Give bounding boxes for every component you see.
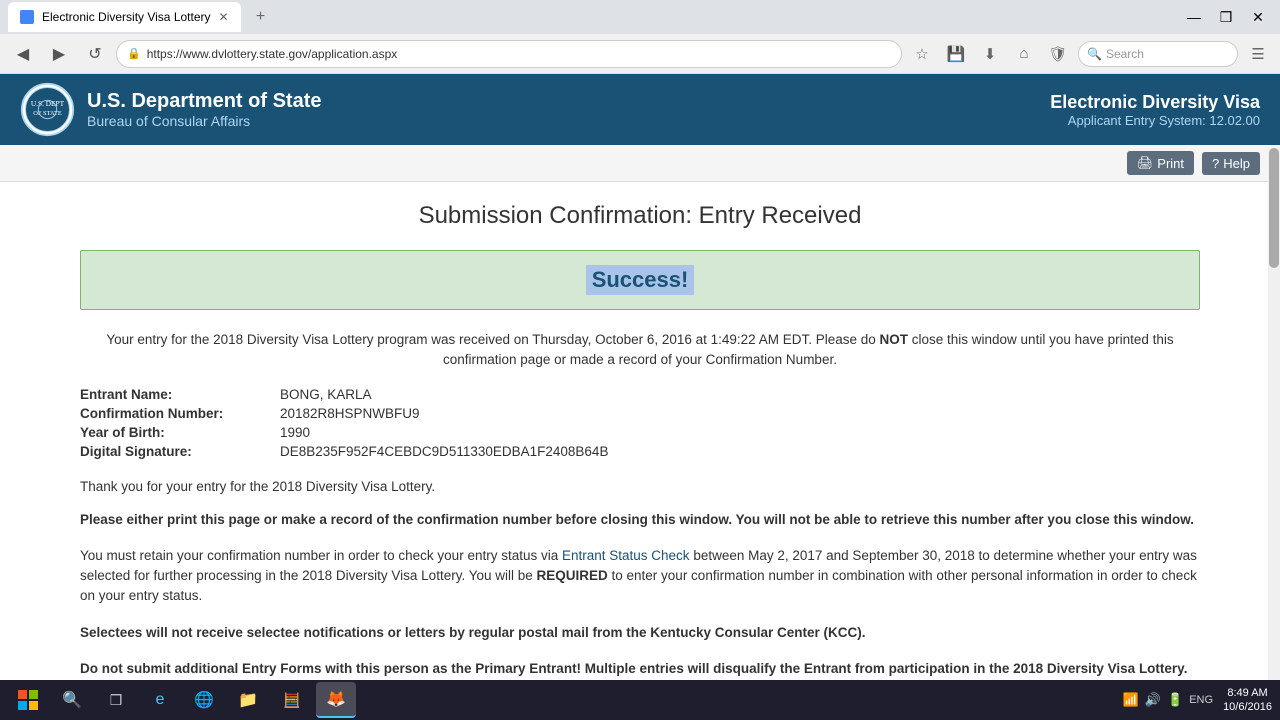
new-tab-button[interactable]: +: [247, 3, 275, 31]
taskbar-firefox[interactable]: 🦊: [316, 682, 356, 718]
taskbar-date-display: 10/6/2016: [1223, 700, 1272, 714]
back-button[interactable]: ◀: [8, 39, 38, 69]
org-name: U.S. Department of State: [87, 90, 321, 113]
tab-title: Electronic Diversity Visa Lottery: [42, 10, 211, 24]
main-content: Submission Confirmation: Entry Received …: [60, 182, 1220, 679]
page-toolbar: 🖨 Print ? Help: [0, 145, 1280, 182]
refresh-button[interactable]: ↺: [80, 39, 110, 69]
close-window-button[interactable]: ✕: [1244, 3, 1272, 31]
org-sub: Bureau of Consular Affairs: [87, 113, 321, 129]
svg-text:OF STATE: OF STATE: [33, 110, 62, 117]
shield-button[interactable]: 🛡: [1044, 40, 1072, 68]
tab-favicon: [20, 10, 34, 24]
not-bold: NOT: [880, 332, 909, 347]
yob-value: 1990: [280, 425, 310, 440]
taskbar-system-icons: 📶 🔊 🔋 ENG: [1123, 692, 1213, 708]
taskbar: 🔍 ❒ e 🌐 📁 🧮 🦊 📶 🔊 🔋 ENG 8: [0, 680, 1280, 720]
taskbar-search[interactable]: 🔍: [52, 682, 92, 718]
lock-icon: 🔒: [127, 47, 141, 60]
entrant-status-link[interactable]: Entrant Status Check: [562, 548, 690, 563]
selectee-notice: Selectees will not receive selectee noti…: [80, 623, 1200, 643]
confirmation-label: Confirmation Number:: [80, 406, 280, 421]
entrant-name-value: BONG, KARLA: [280, 387, 372, 402]
minimize-button[interactable]: —: [1180, 3, 1208, 31]
required-text: REQUIRED: [537, 568, 608, 583]
scrollbar-thumb[interactable]: [1269, 148, 1279, 268]
site-header: U.S. DEPT OF STATE U.S. Department of St…: [0, 74, 1280, 145]
active-tab[interactable]: Electronic Diversity Visa Lottery ✕: [8, 2, 241, 32]
search-placeholder: Search: [1106, 47, 1144, 61]
home-button[interactable]: ⌂: [1010, 40, 1038, 68]
yob-row: Year of Birth: 1990: [80, 425, 1200, 440]
taskbar-task-view[interactable]: ❒: [96, 682, 136, 718]
details-table: Entrant Name: BONG, KARLA Confirmation N…: [80, 387, 1200, 459]
yob-label: Year of Birth:: [80, 425, 280, 440]
battery-icon: 🔋: [1167, 692, 1183, 708]
digital-sig-row: Digital Signature: DE8B235F952F4CEBDC9D5…: [80, 444, 1200, 459]
taskbar-time-display: 8:49 AM: [1223, 686, 1272, 700]
taskbar-edge[interactable]: 🌐: [184, 682, 224, 718]
help-button[interactable]: ? Help: [1202, 152, 1260, 175]
windows-logo-icon: [18, 690, 38, 710]
menu-button[interactable]: ☰: [1244, 40, 1272, 68]
info-paragraph: Your entry for the 2018 Diversity Visa L…: [80, 330, 1200, 371]
digital-sig-label: Digital Signature:: [80, 444, 280, 459]
print-button[interactable]: 🖨 Print: [1127, 151, 1194, 175]
start-button[interactable]: [8, 682, 48, 718]
page-title: Submission Confirmation: Entry Received: [80, 202, 1200, 230]
address-bar[interactable]: 🔒 https://www.dvlottery.state.gov/applic…: [116, 40, 902, 68]
taskbar-explorer[interactable]: 📁: [228, 682, 268, 718]
search-box[interactable]: 🔍 Search: [1078, 41, 1238, 67]
bookmark-star-button[interactable]: ☆: [908, 40, 936, 68]
maximize-button[interactable]: ❒: [1212, 3, 1240, 31]
taskbar-clock: 8:49 AM 10/6/2016: [1223, 686, 1272, 715]
confirmation-value: 20182R8HSPNWBFU9: [280, 406, 420, 421]
taskbar-ie[interactable]: e: [140, 682, 180, 718]
help-icon: ?: [1212, 156, 1219, 171]
page-content: U.S. DEPT OF STATE U.S. Department of St…: [0, 74, 1280, 680]
tab-close-button[interactable]: ✕: [219, 10, 229, 24]
entrant-name-label: Entrant Name:: [80, 387, 280, 402]
printer-icon: 🖨: [1137, 155, 1154, 171]
notice-paragraph: You must retain your confirmation number…: [80, 546, 1200, 607]
url-text: https://www.dvlottery.state.gov/applicat…: [147, 47, 398, 61]
lang-indicator: ENG: [1189, 694, 1213, 706]
search-icon: 🔍: [1087, 47, 1102, 61]
forward-button[interactable]: ▶: [44, 39, 74, 69]
system-sub: Applicant Entry System: 12.02.00: [1050, 113, 1260, 128]
taskbar-right: 📶 🔊 🔋 ENG 8:49 AM 10/6/2016: [1123, 686, 1272, 715]
success-box: Success!: [80, 250, 1200, 310]
thank-you-text: Thank you for your entry for the 2018 Di…: [80, 479, 1200, 494]
disqualify-notice: Do not submit additional Entry Forms wit…: [80, 659, 1200, 679]
download-button[interactable]: ⬇: [976, 40, 1004, 68]
volume-icon: 🔊: [1145, 692, 1161, 708]
save-page-button[interactable]: 💾: [942, 40, 970, 68]
entrant-name-row: Entrant Name: BONG, KARLA: [80, 387, 1200, 402]
info-text-start: Your entry for the 2018 Diversity Visa L…: [106, 332, 879, 347]
taskbar-calc[interactable]: 🧮: [272, 682, 312, 718]
confirmation-row: Confirmation Number: 20182R8HSPNWBFU9: [80, 406, 1200, 421]
department-seal: U.S. DEPT OF STATE: [20, 82, 75, 137]
success-text: Success!: [586, 265, 695, 295]
notice-text-1: You must retain your confirmation number…: [80, 548, 562, 563]
scrollbar[interactable]: [1268, 148, 1280, 680]
warning-text: Please either print this page or make a …: [80, 510, 1200, 530]
network-icon: 📶: [1123, 692, 1139, 708]
system-title: Electronic Diversity Visa: [1050, 92, 1260, 113]
digital-sig-value: DE8B235F952F4CEBDC9D511330EDBA1F2408B64B: [280, 444, 608, 459]
